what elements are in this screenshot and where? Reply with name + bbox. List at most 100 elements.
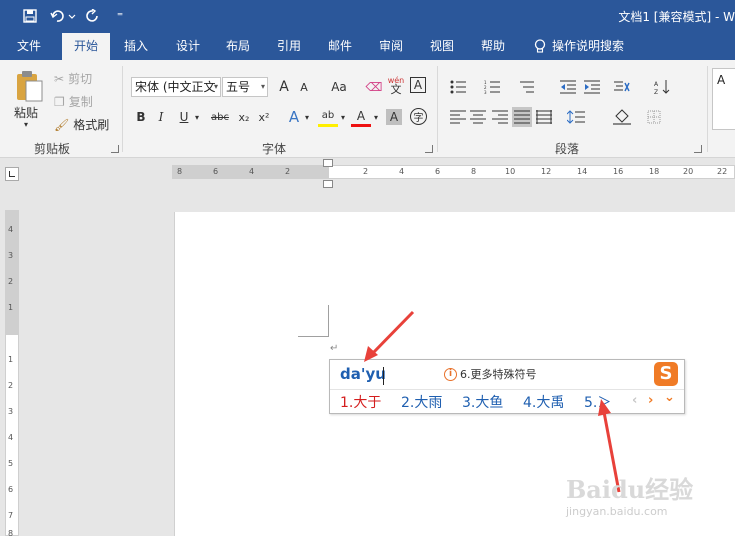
tab-insert[interactable]: 插入 <box>118 33 154 60</box>
borders-icon[interactable] <box>644 107 664 127</box>
horizontal-ruler[interactable]: 8 6 4 2 2 4 6 8 10 12 14 16 18 20 22 <box>172 165 735 179</box>
highlight-dropdown-icon[interactable]: ▾ <box>338 107 348 127</box>
font-name-select[interactable]: 宋体 (中文正文 ▾ <box>131 77 221 97</box>
paste-button[interactable]: 粘贴 <box>14 104 38 121</box>
ime-candidate[interactable]: 1.大于 <box>340 392 381 412</box>
undo-icon[interactable] <box>48 6 78 26</box>
save-icon[interactable] <box>20 6 40 26</box>
phonetic-guide-button[interactable]: wén 文 <box>386 75 406 95</box>
enclose-characters-button[interactable]: 字 <box>410 108 427 125</box>
ime-composition-text: da'yu <box>340 365 386 383</box>
justify-icon[interactable] <box>512 107 532 127</box>
tab-help[interactable]: 帮助 <box>475 33 511 60</box>
copy-button[interactable]: ❐ 复制 <box>54 93 93 110</box>
paste-dropdown-icon[interactable]: ▾ <box>24 120 28 129</box>
ruler-label: 2 <box>8 381 14 390</box>
tab-layout[interactable]: 布局 <box>220 33 256 60</box>
paste-icon[interactable] <box>14 68 44 104</box>
ime-candidate[interactable]: 5.＞ <box>584 392 611 412</box>
tab-design[interactable]: 设计 <box>170 33 206 60</box>
align-left-icon[interactable] <box>448 107 468 127</box>
ime-special-symbols-hint[interactable]: i 6.更多特殊符号 <box>444 366 537 382</box>
clear-formatting-icon[interactable]: ⌫ <box>364 77 384 97</box>
chevron-down-icon: ▾ <box>213 82 218 91</box>
tab-selector-icon[interactable] <box>5 167 19 181</box>
paragraph-launcher-icon[interactable] <box>694 145 702 153</box>
underline-dropdown-icon[interactable]: ▾ <box>192 107 202 127</box>
tell-me-search[interactable]: 操作说明搜索 <box>534 33 624 60</box>
line-spacing-icon[interactable] <box>566 107 586 127</box>
character-border-button[interactable]: A <box>410 77 426 93</box>
ruler-label: 5 <box>8 459 14 468</box>
ruler-label: 18 <box>649 167 660 176</box>
font-launcher-icon[interactable] <box>425 145 433 153</box>
distributed-icon[interactable] <box>534 107 554 127</box>
font-color-dropdown-icon[interactable]: ▾ <box>371 107 381 127</box>
highlight-button[interactable]: ab <box>318 107 338 127</box>
tab-references[interactable]: 引用 <box>271 33 307 60</box>
ruler-label: 8 <box>8 529 14 536</box>
ruler-label: 20 <box>683 167 694 176</box>
bold-button[interactable]: B <box>131 107 151 127</box>
align-center-icon[interactable] <box>468 107 488 127</box>
scissors-icon: ✂ <box>54 71 65 86</box>
text-caret <box>383 367 384 385</box>
ime-candidate[interactable]: 2.大雨 <box>401 392 442 412</box>
ime-candidate[interactable]: 3.大鱼 <box>462 392 503 412</box>
text-effects-button[interactable]: A <box>284 107 304 127</box>
ruler-label: 8 <box>471 167 477 176</box>
paragraph-shading-icon[interactable] <box>612 107 632 127</box>
format-painter-button[interactable]: 🖌 格式刷 <box>54 116 109 133</box>
tab-view[interactable]: 视图 <box>424 33 460 60</box>
hanging-indent-marker[interactable] <box>323 180 333 188</box>
title-bar: ⁼ 文档1 [兼容模式] - W <box>0 0 735 33</box>
paintbrush-icon: 🖌 <box>54 117 70 132</box>
group-divider <box>122 66 123 152</box>
ruler-label: 14 <box>577 167 588 176</box>
tab-home[interactable]: 开始 <box>62 33 110 60</box>
crop-mark <box>298 336 329 337</box>
bullets-icon[interactable] <box>448 77 468 97</box>
font-size-select[interactable]: 五号 ▾ <box>222 77 268 97</box>
ime-next-page-icon[interactable]: › <box>648 393 653 408</box>
ime-prev-page-icon[interactable]: ‹ <box>632 393 637 408</box>
multilevel-list-icon[interactable] <box>516 77 536 97</box>
ruler-label: 4 <box>8 433 14 442</box>
grow-font-button[interactable]: A <box>274 77 294 97</box>
underline-button[interactable]: U <box>174 107 194 127</box>
ime-expand-icon[interactable]: ⌄ <box>664 390 675 405</box>
text-effects-dropdown-icon[interactable]: ▾ <box>302 107 312 127</box>
styles-gallery[interactable]: A <box>712 68 735 130</box>
ime-candidate[interactable]: 4.大禹 <box>523 392 564 412</box>
watermark-logo: Baidu经验 <box>566 475 694 504</box>
cut-button[interactable]: ✂ 剪切 <box>54 70 92 87</box>
sort-icon[interactable]: AZ <box>652 77 672 97</box>
tab-mailings[interactable]: 邮件 <box>322 33 358 60</box>
tab-review[interactable]: 审阅 <box>373 33 409 60</box>
vertical-ruler[interactable]: 4 3 2 1 1 2 3 4 5 6 7 8 <box>5 210 19 536</box>
align-right-icon[interactable] <box>490 107 510 127</box>
shrink-font-button[interactable]: A <box>294 77 314 97</box>
change-case-button[interactable]: Aa <box>324 77 354 97</box>
ruler-label: 2 <box>363 167 369 176</box>
redo-icon[interactable] <box>84 6 102 26</box>
strikethrough-button[interactable]: abc <box>208 107 232 127</box>
chinese-layout-icon[interactable] <box>612 77 632 97</box>
superscript-button[interactable]: x² <box>254 107 274 127</box>
chevron-down-icon: ▾ <box>260 82 265 91</box>
ruler-label: 3 <box>8 407 14 416</box>
italic-button[interactable]: I <box>151 107 171 127</box>
font-color-button[interactable]: A <box>351 107 371 127</box>
lightbulb-icon <box>534 39 546 53</box>
subscript-button[interactable]: x₂ <box>234 107 254 127</box>
first-line-indent-marker[interactable] <box>323 159 333 167</box>
increase-indent-icon[interactable] <box>582 77 602 97</box>
numbering-icon[interactable]: 123 <box>482 77 502 97</box>
tell-me-label: 操作说明搜索 <box>552 39 625 53</box>
customize-quick-access-icon[interactable]: ⁼ <box>112 6 128 26</box>
tab-file[interactable]: 文件 <box>8 33 50 60</box>
character-shading-button[interactable]: A <box>386 109 402 125</box>
decrease-indent-icon[interactable] <box>558 77 578 97</box>
info-icon: i <box>444 367 457 381</box>
clipboard-launcher-icon[interactable] <box>111 145 119 153</box>
